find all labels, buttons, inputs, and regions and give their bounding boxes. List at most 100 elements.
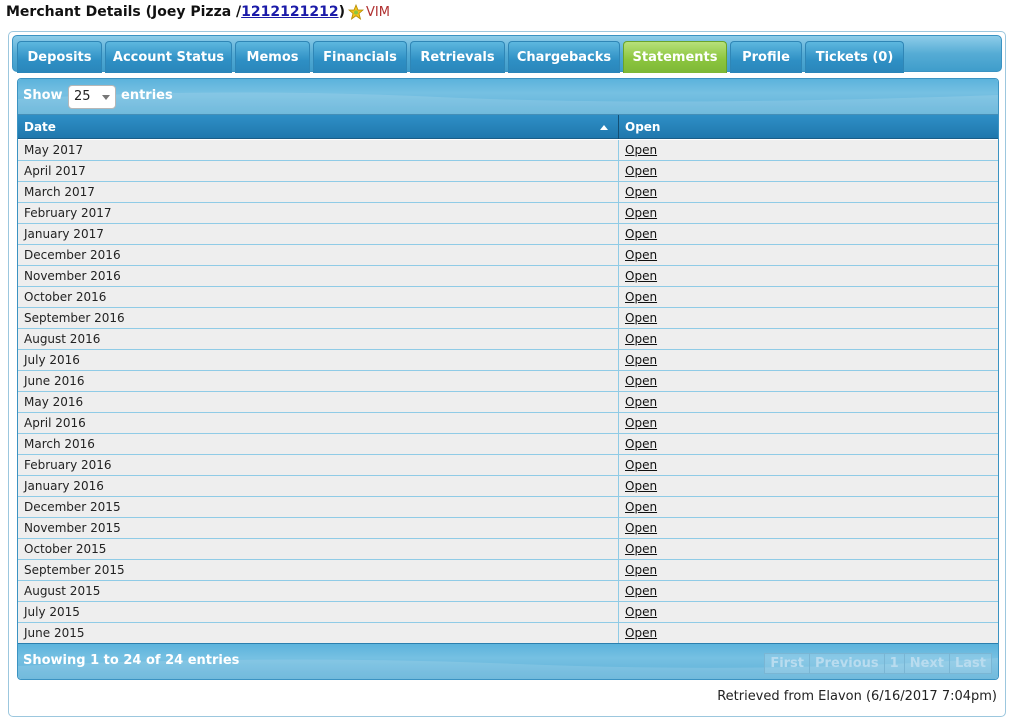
- statements-table: Show 25 entries Date Open May 2017 Open Ap…: [17, 78, 999, 680]
- star-icon: [347, 4, 364, 20]
- tab-profile[interactable]: Profile: [730, 41, 802, 73]
- table-row: March 2016 Open: [18, 434, 998, 455]
- statement-date: January 2017: [18, 224, 619, 244]
- statement-date: May 2016: [18, 392, 619, 412]
- open-statement-link[interactable]: Open: [625, 164, 657, 178]
- vim-badge: VIM: [365, 4, 390, 20]
- table-row: April 2017 Open: [18, 161, 998, 182]
- merchant-panel: Deposits Account Status Memos Financials…: [8, 31, 1006, 717]
- open-statement-link[interactable]: Open: [625, 269, 657, 283]
- statement-open-cell: Open: [619, 455, 657, 475]
- statement-open-cell: Open: [619, 602, 657, 622]
- statement-date: March 2016: [18, 434, 619, 454]
- open-statement-link[interactable]: Open: [625, 584, 657, 598]
- statement-open-cell: Open: [619, 224, 657, 244]
- statement-date: February 2017: [18, 203, 619, 223]
- statement-date: June 2015: [18, 623, 619, 643]
- tab-statements[interactable]: Statements: [623, 41, 727, 73]
- table-row: December 2015 Open: [18, 497, 998, 518]
- open-statement-link[interactable]: Open: [625, 542, 657, 556]
- statement-open-cell: Open: [619, 623, 657, 643]
- open-statement-link[interactable]: Open: [625, 290, 657, 304]
- statement-open-cell: Open: [619, 266, 657, 286]
- statement-open-cell: Open: [619, 434, 657, 454]
- column-header-date[interactable]: Date: [18, 115, 619, 139]
- statement-date: November 2015: [18, 518, 619, 538]
- open-statement-link[interactable]: Open: [625, 185, 657, 199]
- statement-open-cell: Open: [619, 329, 657, 349]
- open-statement-link[interactable]: Open: [625, 227, 657, 241]
- open-statement-link[interactable]: Open: [625, 374, 657, 388]
- open-statement-link[interactable]: Open: [625, 206, 657, 220]
- statement-date: October 2015: [18, 539, 619, 559]
- open-statement-link[interactable]: Open: [625, 311, 657, 325]
- table-row: February 2017 Open: [18, 203, 998, 224]
- open-statement-link[interactable]: Open: [625, 416, 657, 430]
- open-statement-link[interactable]: Open: [625, 143, 657, 157]
- open-statement-link[interactable]: Open: [625, 563, 657, 577]
- open-statement-link[interactable]: Open: [625, 500, 657, 514]
- table-row: October 2015 Open: [18, 539, 998, 560]
- merchant-id-link[interactable]: 1212121212: [241, 4, 338, 20]
- open-statement-link[interactable]: Open: [625, 458, 657, 472]
- table-row: May 2016 Open: [18, 392, 998, 413]
- column-header-open[interactable]: Open: [619, 115, 998, 139]
- table-row: March 2017 Open: [18, 182, 998, 203]
- statement-date: January 2016: [18, 476, 619, 496]
- open-statement-link[interactable]: Open: [625, 248, 657, 262]
- statement-date: February 2016: [18, 455, 619, 475]
- next-page-button[interactable]: Next: [903, 653, 950, 674]
- table-row: July 2015 Open: [18, 602, 998, 623]
- page-size-select[interactable]: 25: [68, 85, 116, 109]
- tab-deposits[interactable]: Deposits: [17, 41, 102, 73]
- entries-label: entries: [121, 88, 173, 103]
- statement-date: April 2016: [18, 413, 619, 433]
- statement-open-cell: Open: [619, 560, 657, 580]
- show-label: Show: [23, 88, 63, 103]
- statement-open-cell: Open: [619, 203, 657, 223]
- tab-memos[interactable]: Memos: [235, 41, 310, 73]
- previous-page-button[interactable]: Previous: [809, 653, 885, 674]
- statement-date: September 2015: [18, 560, 619, 580]
- table-body: May 2017 Open April 2017 Open March 2017 Open…: [18, 140, 998, 644]
- statement-date: August 2016: [18, 329, 619, 349]
- open-statement-link[interactable]: Open: [625, 395, 657, 409]
- statement-open-cell: Open: [619, 161, 657, 181]
- statement-date: December 2016: [18, 245, 619, 265]
- open-statement-link[interactable]: Open: [625, 521, 657, 535]
- open-statement-link[interactable]: Open: [625, 437, 657, 451]
- first-page-button[interactable]: First: [764, 653, 811, 674]
- tab-chargebacks[interactable]: Chargebacks: [508, 41, 620, 73]
- open-statement-link[interactable]: Open: [625, 353, 657, 367]
- open-statement-link[interactable]: Open: [625, 479, 657, 493]
- last-page-button[interactable]: Last: [948, 653, 992, 674]
- pagination: First Previous 1 Next Last: [764, 653, 992, 674]
- table-row: November 2015 Open: [18, 518, 998, 539]
- open-statement-link[interactable]: Open: [625, 332, 657, 346]
- statement-open-cell: Open: [619, 140, 657, 160]
- table-info: Showing 1 to 24 of 24 entries: [23, 653, 240, 668]
- tab-tickets[interactable]: Tickets (0): [805, 41, 904, 73]
- table-toolbar: Show 25 entries: [18, 79, 998, 115]
- statement-open-cell: Open: [619, 245, 657, 265]
- statement-date: March 2017: [18, 182, 619, 202]
- table-row: January 2017 Open: [18, 224, 998, 245]
- table-footer: Showing 1 to 24 of 24 entries First Prev…: [18, 643, 998, 679]
- table-header: Date Open: [18, 115, 998, 139]
- statement-open-cell: Open: [619, 308, 657, 328]
- table-row: June 2016 Open: [18, 371, 998, 392]
- page-size-value: 25: [74, 89, 91, 104]
- open-statement-link[interactable]: Open: [625, 626, 657, 640]
- page-1-button[interactable]: 1: [883, 653, 905, 674]
- tab-bar: Deposits Account Status Memos Financials…: [12, 35, 1002, 73]
- statement-open-cell: Open: [619, 350, 657, 370]
- table-row: May 2017 Open: [18, 140, 998, 161]
- statement-open-cell: Open: [619, 371, 657, 391]
- statement-open-cell: Open: [619, 392, 657, 412]
- tab-account-status[interactable]: Account Status: [105, 41, 232, 73]
- tab-financials[interactable]: Financials: [313, 41, 407, 73]
- open-statement-link[interactable]: Open: [625, 605, 657, 619]
- table-row: January 2016 Open: [18, 476, 998, 497]
- page-title-prefix: Merchant Details (Joey Pizza /: [6, 4, 242, 20]
- tab-retrievals[interactable]: Retrievals: [410, 41, 505, 73]
